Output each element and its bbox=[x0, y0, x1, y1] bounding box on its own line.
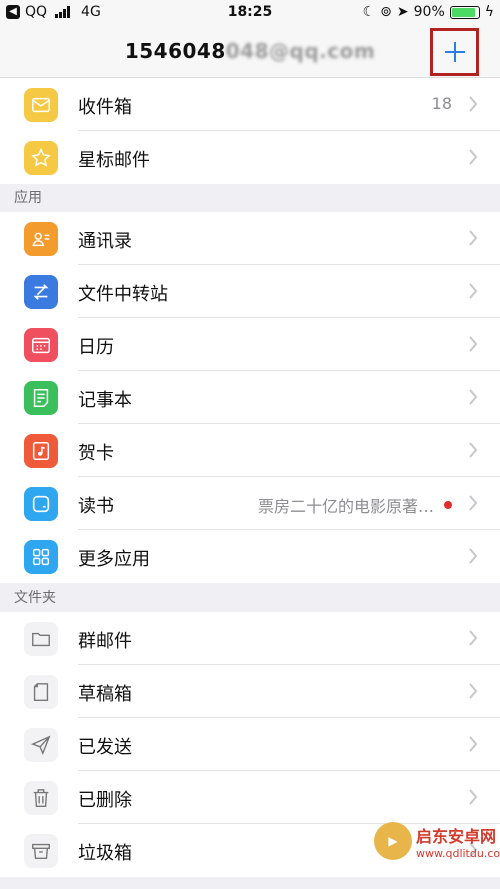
chevron-right-icon bbox=[469, 789, 478, 805]
list-item-label: 星标邮件 bbox=[78, 150, 150, 171]
send-icon bbox=[24, 728, 58, 762]
list-item-label: 更多应用 bbox=[78, 549, 150, 570]
chevron-right-icon bbox=[469, 683, 478, 699]
book-icon bbox=[24, 487, 58, 521]
chevron-right-icon bbox=[469, 336, 478, 352]
chevron-right-icon bbox=[469, 283, 478, 299]
chevron-right-icon bbox=[469, 96, 478, 112]
chevron-right-icon bbox=[469, 495, 478, 511]
status-bar: ◀ QQ 4G 18:25 ☾ ⊚ ➤ 90% ϟ bbox=[0, 0, 500, 26]
list-item-label: 文件中转站 bbox=[78, 284, 168, 305]
watermark-title: 启东安卓网 bbox=[416, 826, 497, 846]
list-item-label: 草稿箱 bbox=[78, 684, 132, 705]
list-item-label: 贺卡 bbox=[78, 443, 114, 464]
list-item-transfer[interactable]: 文件中转站 bbox=[0, 265, 500, 318]
list-item-envelope[interactable]: 收件箱 18 bbox=[0, 78, 500, 131]
list-item-label: 收件箱 bbox=[78, 97, 132, 118]
list-item-notes[interactable]: 记事本 bbox=[0, 371, 500, 424]
list-item-trash[interactable]: 已删除 bbox=[0, 771, 500, 824]
list-item-greeting-card[interactable]: 贺卡 bbox=[0, 424, 500, 477]
battery-icon bbox=[449, 5, 480, 19]
mailbox-list: 收件箱 18 星标邮件 bbox=[0, 78, 500, 184]
list-item-star[interactable]: 星标邮件 bbox=[0, 131, 500, 184]
list-item-draft[interactable]: 草稿箱 bbox=[0, 665, 500, 718]
list-item-label: 垃圾箱 bbox=[78, 843, 132, 864]
nav-bar: 1546048048@qq.com bbox=[0, 26, 500, 78]
list-item-send[interactable]: 已发送 bbox=[0, 718, 500, 771]
list-item-label: 已发送 bbox=[78, 737, 132, 758]
contacts-icon bbox=[24, 222, 58, 256]
list-item-label: 记事本 bbox=[78, 390, 132, 411]
unread-count: 18 bbox=[431, 94, 452, 113]
notes-icon bbox=[24, 381, 58, 415]
watermark-logo: ▶ bbox=[374, 822, 412, 860]
charging-icon: ϟ bbox=[484, 4, 494, 20]
battery-percent: 90% bbox=[413, 4, 445, 20]
chevron-right-icon bbox=[469, 442, 478, 458]
chevron-right-icon bbox=[469, 230, 478, 246]
calendar-icon bbox=[24, 328, 58, 362]
watermark: ▶ 启东安卓网 www.qdlitdu.com bbox=[374, 822, 500, 860]
list-item-label: 已删除 bbox=[78, 790, 132, 811]
transfer-icon bbox=[24, 275, 58, 309]
trash-icon bbox=[24, 781, 58, 815]
location-icon: ➤ bbox=[396, 4, 409, 20]
list-item-label: 群邮件 bbox=[78, 631, 132, 652]
moon-icon: ☾ bbox=[362, 4, 376, 20]
section-header-folders: 文件夹 bbox=[0, 584, 500, 612]
chevron-right-icon bbox=[469, 630, 478, 646]
list-item-label: 读书 bbox=[78, 496, 114, 517]
rotation-lock-icon: ⊚ bbox=[380, 4, 392, 20]
account-title: 1546048048@qq.com bbox=[124, 39, 376, 63]
envelope-icon bbox=[24, 88, 58, 122]
list-item-folder[interactable]: 群邮件 bbox=[0, 612, 500, 665]
section-header-apps: 应用 bbox=[0, 184, 500, 212]
star-icon bbox=[24, 141, 58, 175]
chevron-right-icon bbox=[469, 389, 478, 405]
list-item-grid[interactable]: 更多应用 bbox=[0, 530, 500, 583]
greeting-card-icon bbox=[24, 434, 58, 468]
spam-icon bbox=[24, 834, 58, 868]
folder-icon bbox=[24, 622, 58, 656]
list-item-calendar[interactable]: 日历 bbox=[0, 318, 500, 371]
apps-list: 通讯录文件中转站日历记事本贺卡读书 票房二十亿的电影原著… 更多应用 bbox=[0, 212, 500, 583]
list-item-book[interactable]: 读书 票房二十亿的电影原著… bbox=[0, 477, 500, 530]
item-detail: 票房二十亿的电影原著… bbox=[257, 497, 434, 516]
unread-dot bbox=[444, 501, 452, 509]
plus-icon bbox=[444, 42, 465, 62]
chevron-right-icon bbox=[469, 736, 478, 752]
list-item-label: 日历 bbox=[78, 337, 114, 358]
chevron-right-icon bbox=[469, 149, 478, 165]
add-button[interactable] bbox=[430, 28, 479, 76]
grid-icon bbox=[24, 540, 58, 574]
draft-icon bbox=[24, 675, 58, 709]
list-item-label: 通讯录 bbox=[78, 231, 132, 252]
chevron-right-icon bbox=[469, 548, 478, 564]
watermark-url: www.qdlitdu.com bbox=[416, 846, 500, 860]
list-item-contacts[interactable]: 通讯录 bbox=[0, 212, 500, 265]
